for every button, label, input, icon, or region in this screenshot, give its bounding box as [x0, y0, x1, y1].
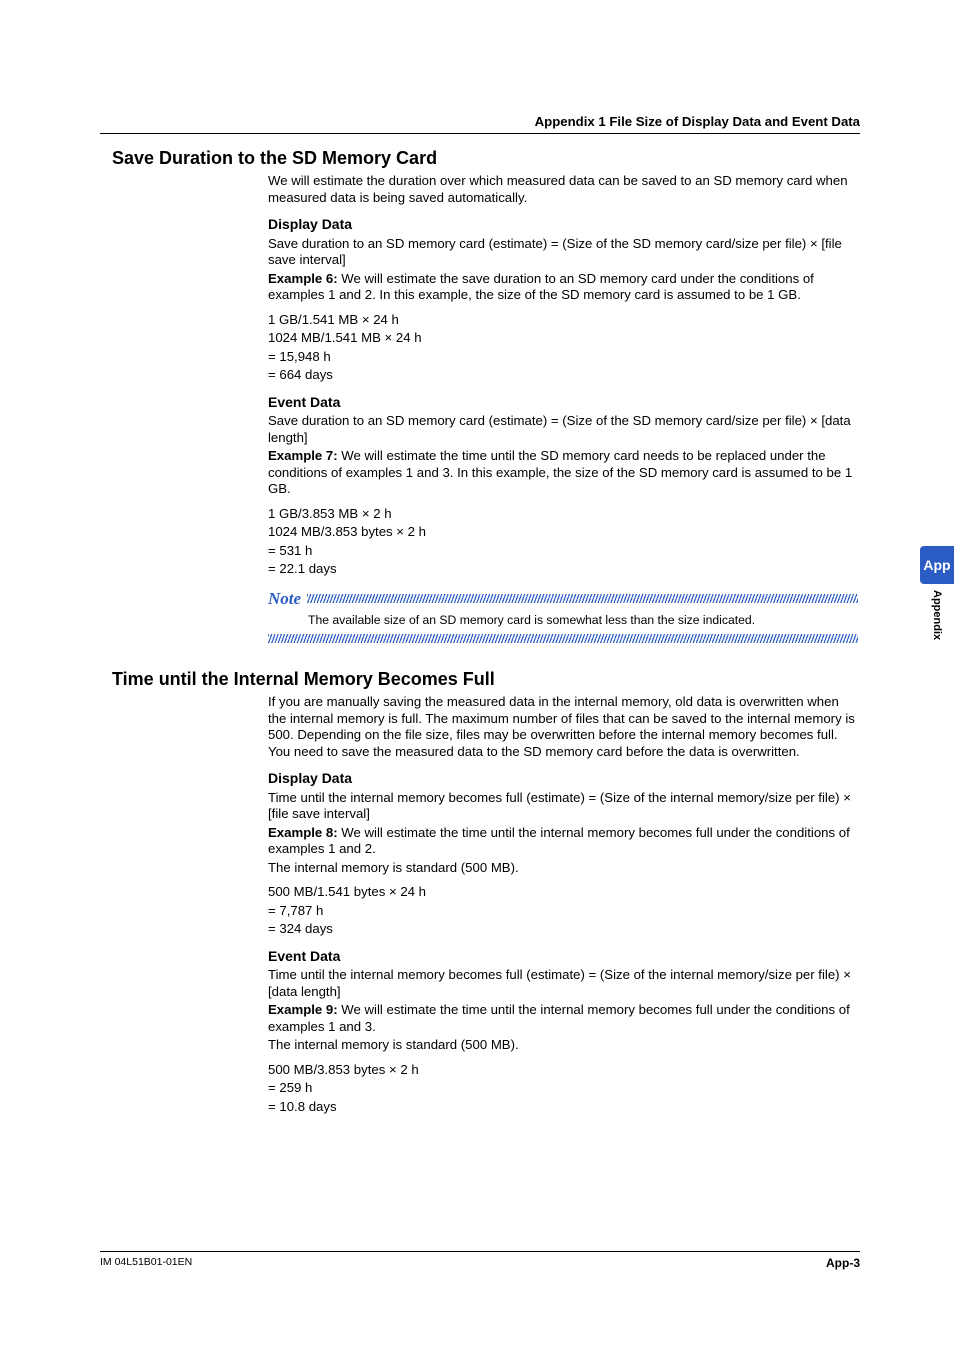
subheading-display-data: Display Data — [268, 216, 858, 234]
running-header-text: Appendix 1 File Size of Display Data and… — [535, 114, 860, 129]
note-header: Note — [268, 588, 858, 609]
memory-note: The internal memory is standard (500 MB)… — [268, 860, 858, 877]
example-label: Example 7: — [268, 448, 338, 463]
formula-text: Time until the internal memory becomes f… — [268, 967, 858, 1000]
hatch-rule-icon — [268, 634, 858, 643]
section-heading: Save Duration to the SD Memory Card — [112, 148, 860, 169]
example-label: Example 6: — [268, 271, 338, 286]
formula-text: Save duration to an SD memory card (esti… — [268, 413, 858, 446]
side-tab-label: Appendix — [931, 590, 943, 640]
calc-line: = 15,948 h — [268, 349, 858, 366]
calc-line: = 664 days — [268, 367, 858, 384]
section-body: We will estimate the duration over which… — [268, 173, 858, 643]
memory-note: The internal memory is standard (500 MB)… — [268, 1037, 858, 1054]
calc-line: 1 GB/3.853 MB × 2 h — [268, 506, 858, 523]
calc-line: = 259 h — [268, 1080, 858, 1097]
calc-line: = 10.8 days — [268, 1099, 858, 1116]
intro-text: We will estimate the duration over which… — [268, 173, 858, 206]
example-label: Example 9: — [268, 1002, 338, 1017]
section-save-duration: Save Duration to the SD Memory Card We w… — [112, 148, 860, 643]
calc-line: 1024 MB/3.853 bytes × 2 h — [268, 524, 858, 541]
section-body: If you are manually saving the measured … — [268, 694, 858, 1115]
example-text: We will estimate the save duration to an… — [268, 271, 814, 303]
subheading-event-data: Event Data — [268, 394, 858, 412]
subheading-display-data: Display Data — [268, 770, 858, 788]
subheading-event-data: Event Data — [268, 948, 858, 966]
formula-text: Time until the internal memory becomes f… — [268, 790, 858, 823]
side-tab: App — [920, 546, 954, 584]
calc-line: 1 GB/1.541 MB × 24 h — [268, 312, 858, 329]
note-block: Note The available size of an SD memory … — [268, 588, 858, 644]
example-8: Example 8: We will estimate the time unt… — [268, 825, 858, 858]
calc-line: = 7,787 h — [268, 903, 858, 920]
calc-line: = 324 days — [268, 921, 858, 938]
calc-line: 500 MB/3.853 bytes × 2 h — [268, 1062, 858, 1079]
example-7: Example 7: We will estimate the time unt… — [268, 448, 858, 498]
example-6: Example 6: We will estimate the save dur… — [268, 271, 858, 304]
page-footer: IM 04L51B01-01EN App-3 — [100, 1251, 860, 1270]
page-content: Save Duration to the SD Memory Card We w… — [112, 148, 860, 1117]
example-text: We will estimate the time until the inte… — [268, 1002, 850, 1034]
calc-line: 500 MB/1.541 bytes × 24 h — [268, 884, 858, 901]
hatch-rule-icon — [307, 594, 858, 603]
running-header: Appendix 1 File Size of Display Data and… — [100, 114, 860, 134]
footer-doc-id: IM 04L51B01-01EN — [100, 1256, 192, 1270]
formula-text: Save duration to an SD memory card (esti… — [268, 236, 858, 269]
calc-line: = 531 h — [268, 543, 858, 560]
example-9: Example 9: We will estimate the time unt… — [268, 1002, 858, 1035]
section-heading: Time until the Internal Memory Becomes F… — [112, 669, 860, 690]
example-text: We will estimate the time until the inte… — [268, 825, 850, 857]
note-text: The available size of an SD memory card … — [268, 609, 858, 630]
note-label: Note — [268, 588, 307, 609]
calc-line: 1024 MB/1.541 MB × 24 h — [268, 330, 858, 347]
intro-text: If you are manually saving the measured … — [268, 694, 858, 760]
footer-page-number: App-3 — [826, 1256, 860, 1270]
side-tab-text: App — [923, 557, 950, 573]
calc-line: = 22.1 days — [268, 561, 858, 578]
section-internal-memory: Time until the Internal Memory Becomes F… — [112, 669, 860, 1115]
example-label: Example 8: — [268, 825, 338, 840]
example-text: We will estimate the time until the SD m… — [268, 448, 852, 496]
